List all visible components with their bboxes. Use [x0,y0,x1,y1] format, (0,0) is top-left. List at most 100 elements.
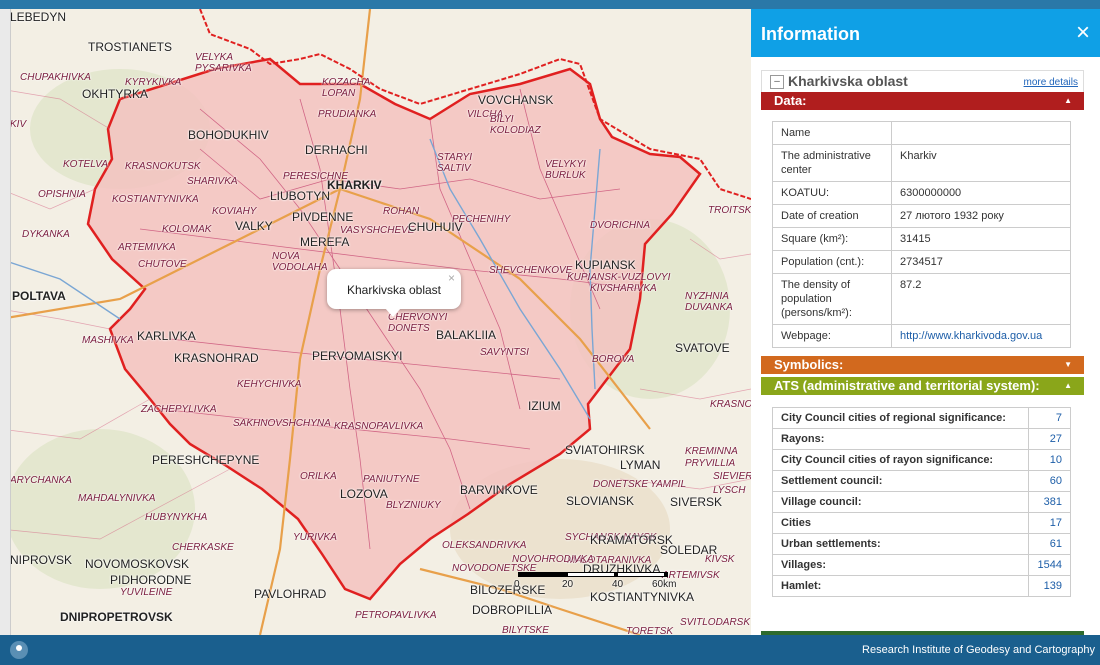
place-label: LYMAN [620,458,661,472]
section-symbolics-header[interactable]: Symbolics: ▼ [761,356,1084,374]
place-label: KIVSK [705,554,735,565]
place-label: MAHDALYNIVKA [78,493,156,504]
place-label: NIPROVSK [10,553,73,567]
ats-row-value[interactable]: 7 [1028,407,1071,429]
place-label: BILOZERSKE [470,583,546,597]
place-label: BILYTSKE [502,625,549,635]
place-label: POLTAVA [12,289,66,303]
data-row: The administrative center Kharkiv [772,144,1071,182]
ats-row: Villages: 1544 [772,554,1071,576]
section-data-header[interactable]: Data: ▲ [761,92,1084,110]
ats-row: City Council cities of rayon significanc… [772,449,1071,471]
webpage-link[interactable]: http://www.kharkivoda.gov.ua [900,330,1042,342]
ats-row-value[interactable]: 10 [1028,449,1071,471]
scale-label-40: 40 [612,579,624,590]
data-row-value: 31415 [891,227,1071,251]
place-label: VASYSHCHEVE [340,225,415,236]
data-row-key: Population (cnt.): [772,250,892,274]
place-label: PIDHORODNE [110,573,192,587]
scale-bar [518,572,668,577]
ats-row-value[interactable]: 17 [1028,512,1071,534]
popup-label: Kharkivska oblast [346,283,442,297]
location-pin-icon[interactable] [10,641,28,659]
close-icon[interactable]: × [1076,21,1090,45]
ats-row-key: City Council cities of rayon significanc… [772,449,1029,471]
caret-up-icon: ▲ [1064,381,1072,390]
caret-up-icon: ▲ [1064,96,1072,105]
place-label: KUPIANSK-VUZLOVYI [567,272,671,283]
place-label: VOVCHANSK [478,93,554,107]
more-details-link[interactable]: more details [1024,77,1078,88]
ats-row-value[interactable]: 60 [1028,470,1071,492]
footer-credit: Research Institute of Geodesy and Cartog… [862,644,1095,656]
ats-row-value[interactable]: 1544 [1028,554,1071,576]
place-label: KRASNORICHENSKE [710,399,751,410]
data-row-value[interactable]: http://www.kharkivoda.gov.ua [891,324,1071,348]
place-label: ROHAN [383,206,420,217]
ats-row: City Council cities of regional signific… [772,407,1071,429]
data-row-value: 6300000000 [891,181,1071,205]
place-label: MEREFA [300,235,350,249]
panel-title: Information [761,24,860,44]
collapse-button[interactable]: – [770,75,784,89]
data-table: Name The administrative center Kharkiv KOAT… [772,121,1071,348]
data-row-value: 87.2 [891,273,1071,325]
section-data-label: Data: [774,93,807,108]
ats-table: City Council cities of regional signific… [772,407,1071,597]
ats-row: Settlement council: 60 [772,470,1071,492]
panel-header: Information × [751,9,1100,57]
place-label: CHUTOVE [138,259,187,270]
place-label: SHEVCHENKOVE [489,265,573,276]
ats-row-key: Hamlet: [772,575,1029,597]
place-label: CHUHUIV [408,220,463,234]
place-label: CHUPAKHIVKA [20,72,91,83]
ats-row: Village council: 381 [772,491,1071,513]
ats-row: Hamlet: 139 [772,575,1071,597]
place-label: SVATOVE [675,341,730,355]
place-label: BALAKLIIA [436,328,497,342]
place-label: PANIUTYNE [363,474,420,485]
place-label: KUPIANSK [575,258,636,272]
place-label: YUVILEINE [120,587,173,598]
popup-close-icon[interactable]: × [448,271,455,285]
section-symbolics-label: Symbolics: [774,357,844,372]
place-label: SVIATOHIRSK [565,443,645,457]
ats-row-value[interactable]: 61 [1028,533,1071,555]
place-label: VELYKYI BURLUK [545,159,586,181]
place-label: KRASNOPAVLIVKA [334,421,424,432]
place-label: PRUDIANKA [318,109,377,120]
ats-row-value[interactable]: 27 [1028,428,1071,450]
place-label: NOVA VODOLAHA [272,251,328,273]
place-label: YURIVKA [293,532,337,543]
place-label: KOZACHA LOPAN [322,77,371,99]
place-label: KARLIVKA [137,329,196,343]
place-label: ARTEMIVKA [118,242,176,253]
place-label: NYZHNIA DUVANKA [685,291,733,313]
data-row: Square (km²): 31415 [772,227,1071,251]
place-label: SIEVIER [713,471,751,482]
section-ats-header[interactable]: ATS (administrative and territorial syst… [761,377,1084,395]
place-label: NOVOHRODIVKA [512,554,594,565]
panel-body[interactable]: – Kharkivska oblast more details Data: ▲… [761,67,1084,635]
ats-row-value[interactable]: 381 [1028,491,1071,513]
oblast-row: – Kharkivska oblast more details [761,70,1084,92]
oblast-name: Kharkivska oblast [788,73,908,89]
place-label: LEBEDYN [10,10,67,24]
place-label: BOHODUKHIV [188,128,269,142]
place-label: TORETSK [626,626,674,635]
place-label: KOTELVA [63,159,109,170]
map-popup[interactable]: Kharkivska oblast × [327,269,461,317]
data-row: Population (cnt.): 2734517 [772,250,1071,274]
place-label: YAMPIL [650,479,687,490]
place-label: PERESHCHEPYNE [152,453,260,467]
ats-row-key: Urban settlements: [772,533,1029,555]
place-label: SVITLODARSK [680,617,751,628]
data-row: Date of creation 27 лютого 1932 року [772,204,1071,228]
place-label: VELYKA PYSARIVKA [195,52,252,74]
ats-row-value[interactable]: 139 [1028,575,1071,597]
place-label: KOLOMAK [162,224,212,235]
data-row-key: Date of creation [772,204,892,228]
map-view[interactable]: LEBEDYN TROSTIANETS VELYKA PYSARIVKA CHUPAK… [0,9,751,635]
place-label: ORILKA [300,471,337,482]
data-row-key: The administrative center [772,144,892,182]
